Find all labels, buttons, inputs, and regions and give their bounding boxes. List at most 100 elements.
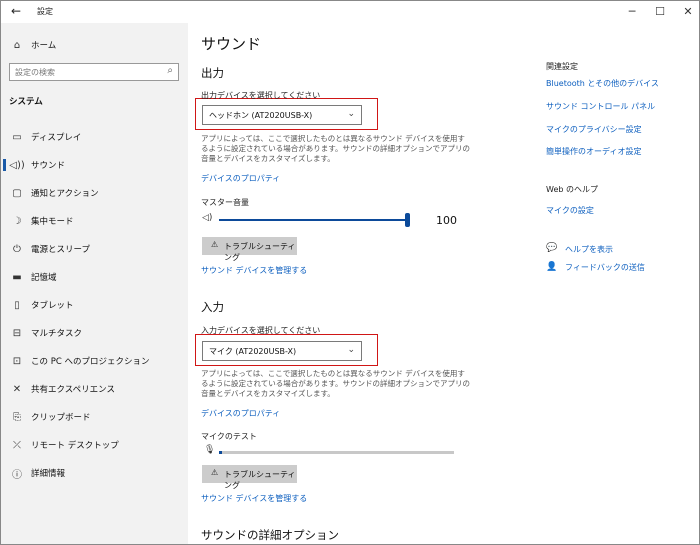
output-manage-devices-link[interactable]: サウンド デバイスを管理する: [201, 265, 307, 276]
input-description: アプリによっては、ここで選択したものとは異なるサウンド デバイスを使用するように…: [201, 369, 471, 398]
mic-level-fill: [219, 451, 222, 454]
sidebar-item-sound[interactable]: ◁)) サウンド: [1, 151, 188, 179]
sidebar-section-heading: システム: [9, 97, 43, 107]
home-icon: ⌂: [13, 39, 21, 51]
sound-icon: ◁)): [9, 159, 25, 171]
output-device-label: 出力デバイスを選択してください: [201, 91, 321, 100]
sidebar-item-label: サウンド: [31, 161, 66, 171]
sidebar-item-power[interactable]: ⏻ 電源とスリープ: [1, 235, 188, 263]
feedback-link[interactable]: フィードバックの送信: [565, 262, 645, 273]
sidebar-item-label: クリップボード: [31, 413, 91, 423]
input-device-label: 入力デバイスを選択してください: [201, 326, 321, 335]
web-help-heading: Web のヘルプ: [546, 185, 598, 194]
related-link-accessibility-audio[interactable]: 簡単操作のオーディオ設定: [546, 146, 641, 157]
sidebar-item-projection[interactable]: ⊡ この PC へのプロジェクション: [1, 347, 188, 375]
warning-icon: ⚠: [211, 468, 219, 477]
minimize-button[interactable]: ─: [625, 5, 639, 18]
info-icon: ⓘ: [12, 469, 22, 481]
master-volume-value: 100: [436, 214, 457, 227]
sidebar-item-home[interactable]: ⌂ ホーム: [9, 37, 56, 53]
help-chat-icon: 💬: [546, 243, 558, 253]
sidebar-item-multitask[interactable]: ⊟ マルチタスク: [1, 319, 188, 347]
master-volume-slider[interactable]: [219, 219, 409, 221]
output-heading: 出力: [201, 66, 224, 80]
storage-icon: ▬: [12, 271, 22, 283]
sidebar-nav: ▭ ディスプレイ ◁)) サウンド ▢ 通知とアクション ☽ 集中モード ⏻ 電…: [1, 123, 188, 487]
title-bar: ← 設定 ─ ☐ ✕: [1, 1, 699, 23]
mic-test-label: マイクのテスト: [201, 432, 257, 441]
sidebar-item-about[interactable]: ⓘ 詳細情報: [1, 459, 188, 487]
feedback-icon: 👤: [546, 262, 558, 272]
master-volume-label: マスター音量: [201, 198, 249, 207]
input-troubleshoot-button[interactable]: ⚠ トラブルシューティング: [202, 465, 297, 490]
output-properties-link[interactable]: デバイスのプロパティ: [201, 173, 280, 184]
search-placeholder: 設定の検索: [15, 68, 55, 77]
sidebar-item-focus[interactable]: ☽ 集中モード: [1, 207, 188, 235]
output-device-dropdown[interactable]: ヘッドホン (AT2020USB-X) ⌄: [202, 105, 362, 125]
sidebar-item-label: 共有エクスペリエンス: [31, 385, 115, 395]
sidebar-item-label: タブレット: [31, 301, 74, 311]
shared-icon: ✕: [12, 383, 22, 395]
master-volume-thumb[interactable]: [405, 213, 410, 227]
maximize-button[interactable]: ☐: [653, 5, 667, 18]
sidebar-item-label: 詳細情報: [31, 469, 66, 479]
speaker-icon[interactable]: ◁): [202, 213, 212, 223]
input-device-dropdown[interactable]: マイク (AT2020USB-X) ⌄: [202, 341, 362, 361]
input-properties-link[interactable]: デバイスのプロパティ: [201, 408, 280, 419]
input-device-value: マイク (AT2020USB-X): [209, 347, 297, 356]
sidebar-item-label: リモート デスクトップ: [31, 441, 119, 451]
tablet-icon: ▯: [14, 299, 20, 311]
sidebar-item-label: ホーム: [31, 41, 57, 51]
sidebar-item-remote[interactable]: ⤫ リモート デスクトップ: [1, 431, 188, 459]
get-help-link[interactable]: ヘルプを表示: [565, 244, 613, 255]
sidebar-item-shared[interactable]: ✕ 共有エクスペリエンス: [1, 375, 188, 403]
web-help-link-mic-setup[interactable]: マイクの設定: [546, 205, 594, 216]
close-button[interactable]: ✕: [681, 5, 695, 18]
sidebar-item-notifications[interactable]: ▢ 通知とアクション: [1, 179, 188, 207]
sidebar-item-label: 通知とアクション: [31, 189, 99, 199]
microphone-icon: 🎙: [204, 445, 216, 455]
settings-window: ← 設定 ─ ☐ ✕ ⌂ ホーム 設定の検索 ⌕ システム ▭ ディスプレイ ◁…: [0, 0, 700, 545]
advanced-sound-heading: サウンドの詳細オプション: [201, 528, 339, 542]
sidebar: ⌂ ホーム 設定の検索 ⌕ システム ▭ ディスプレイ ◁)) サウンド ▢ 通…: [1, 23, 188, 544]
main-content: サウンド 出力 出力デバイスを選択してください ヘッドホン (AT2020USB…: [188, 23, 699, 544]
input-manage-devices-link[interactable]: サウンド デバイスを管理する: [201, 493, 307, 504]
projection-icon: ⊡: [12, 355, 22, 367]
power-icon: ⏻: [13, 243, 21, 255]
moon-icon: ☽: [12, 215, 22, 227]
sidebar-item-display[interactable]: ▭ ディスプレイ: [1, 123, 188, 151]
chevron-down-icon: ⌄: [347, 345, 355, 355]
sidebar-item-tablet[interactable]: ▯ タブレット: [1, 291, 188, 319]
clipboard-icon: ⎘: [13, 411, 21, 423]
related-settings-heading: 関連設定: [546, 62, 578, 71]
input-heading: 入力: [201, 300, 224, 314]
search-icon: ⌕: [167, 65, 173, 76]
page-title: サウンド: [201, 35, 262, 53]
warning-icon: ⚠: [211, 240, 219, 249]
sidebar-item-label: 電源とスリープ: [31, 245, 90, 255]
sidebar-item-label: 記憶域: [31, 273, 57, 283]
window-title: 設定: [37, 7, 53, 16]
related-link-bluetooth[interactable]: Bluetooth とその他のデバイス: [546, 78, 659, 89]
sidebar-item-label: この PC へのプロジェクション: [31, 357, 150, 367]
related-link-mic-privacy[interactable]: マイクのプライバシー設定: [546, 124, 642, 135]
search-input[interactable]: 設定の検索 ⌕: [9, 63, 179, 81]
related-link-sound-control-panel[interactable]: サウンド コントロール パネル: [546, 101, 655, 112]
mic-level-bar: [219, 451, 454, 454]
display-icon: ▭: [12, 131, 22, 143]
sidebar-item-storage[interactable]: ▬ 記憶域: [1, 263, 188, 291]
output-troubleshoot-button[interactable]: ⚠ トラブルシューティング: [202, 237, 297, 262]
sidebar-item-label: 集中モード: [31, 217, 74, 227]
multitask-icon: ⊟: [12, 327, 22, 339]
troubleshoot-label: トラブルシューティング: [224, 470, 296, 490]
output-description: アプリによっては、ここで選択したものとは異なるサウンド デバイスを使用するように…: [201, 134, 471, 163]
output-device-value: ヘッドホン (AT2020USB-X): [209, 111, 313, 120]
notification-icon: ▢: [12, 187, 22, 199]
sidebar-item-clipboard[interactable]: ⎘ クリップボード: [1, 403, 188, 431]
back-arrow-icon[interactable]: ←: [11, 4, 21, 18]
sidebar-item-label: マルチタスク: [31, 329, 83, 339]
troubleshoot-label: トラブルシューティング: [224, 242, 296, 262]
chevron-down-icon: ⌄: [347, 109, 355, 119]
remote-icon: ⤫: [13, 439, 21, 451]
sidebar-item-label: ディスプレイ: [31, 133, 82, 143]
